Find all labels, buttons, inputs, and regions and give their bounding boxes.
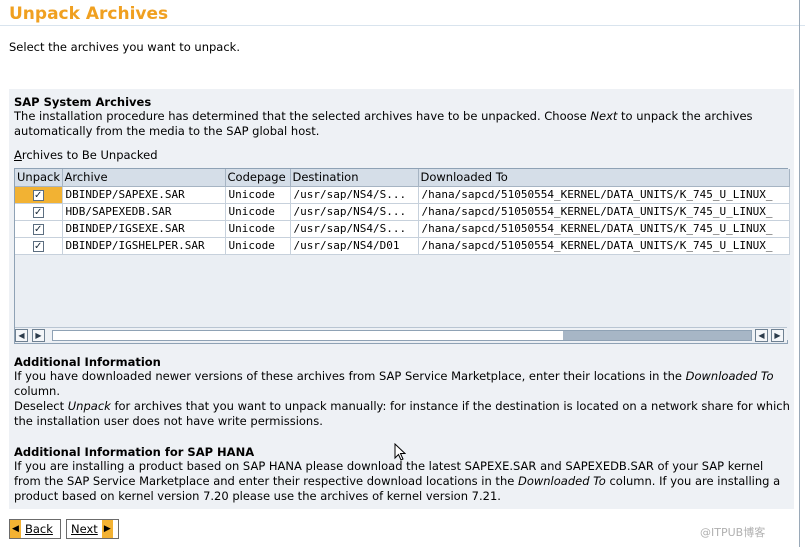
additional-info-heading: Additional Information [14,355,161,369]
empty-cell [290,305,419,323]
empty-cell [15,254,63,272]
empty-cell [62,305,226,323]
downloaded-to-cell[interactable]: /hana/sapcd/51050554_KERNEL/DATA_UNITS/K… [418,220,790,238]
scroll-right-icon[interactable]: ▶ [771,329,784,342]
next-button-label: Next [71,522,98,536]
scroll-left-icon[interactable]: ◀ [15,329,28,342]
empty-row [15,288,790,306]
destination-cell[interactable]: /usr/sap/NS4/S... [290,186,419,204]
additional-info-line3: Deselect Unpack for archives that you wa… [14,399,790,413]
downloaded-to-cell[interactable]: /hana/sapcd/51050554_KERNEL/DATA_UNITS/K… [418,186,790,204]
back-button[interactable]: ◀ Back [9,519,61,539]
table-label: Archives to Be Unpacked [14,148,158,162]
column-header-codepage[interactable]: Codepage [225,169,291,187]
scroll-thumb[interactable] [563,331,751,340]
table-row[interactable]: ✓ DBINDEP/IGSHELPER.SAR Unicode/usr/sap/NS… [15,237,790,255]
destination-cell[interactable]: /usr/sap/NS4/S... [290,203,419,221]
hana-info-line1: If you are installing a product based on… [14,459,764,473]
unpack-checkbox[interactable]: ✓ [32,189,44,201]
empty-cell [225,305,291,323]
empty-cell [62,254,226,272]
empty-cell [418,305,790,323]
codepage-cell[interactable]: Unicode [225,203,291,221]
archives-table: Unpack Archive Codepage Destination Down… [14,168,790,344]
downloaded-to-cell[interactable]: /hana/sapcd/51050554_KERNEL/DATA_UNITS/K… [418,203,790,221]
empty-cell [290,288,419,306]
table-row[interactable]: ✓ DBINDEP/IGSEXE.SAR Unicode/usr/sap/NS4/S… [15,220,790,238]
column-header-destination[interactable]: Destination [290,169,419,187]
unpack-checkbox-cell[interactable]: ✓ [15,203,63,221]
scroll-right-icon[interactable]: ▶ [32,329,45,342]
next-button[interactable]: Next ▶ [66,519,119,539]
unpack-checkbox-cell[interactable]: ✓ [15,237,63,255]
empty-cell [15,305,63,323]
empty-cell [290,271,419,289]
table-row[interactable]: ✓ DBINDEP/SAPEXE.SAR Unicode/usr/sap/NS4/S… [15,186,790,204]
watermark: @ITPUB博客 [700,526,766,539]
empty-cell [62,271,226,289]
unpack-checkbox[interactable]: ✓ [32,206,44,218]
page-subtitle: Select the archives you want to unpack. [9,40,240,54]
codepage-cell[interactable]: Unicode [225,220,291,238]
empty-row [15,254,790,272]
hana-info-line2: from the SAP Service Marketplace and ent… [14,474,781,488]
archive-cell[interactable]: DBINDEP/IGSHELPER.SAR [62,237,226,255]
mouse-pointer-icon [394,443,406,461]
unpack-checkbox-cell[interactable]: ✓ [15,220,63,238]
empty-cell [418,288,790,306]
codepage-cell[interactable]: Unicode [225,186,291,204]
empty-cell [225,254,291,272]
empty-cell [290,254,419,272]
archive-cell[interactable]: HDB/SAPEXEDB.SAR [62,203,226,221]
empty-row [15,271,790,289]
unpack-checkbox-cell[interactable]: ✓ [15,186,63,204]
scroll-track[interactable] [52,330,752,341]
triangle-right-icon: ▶ [101,520,113,538]
additional-info-line2: column. [14,384,60,398]
table-row[interactable]: ✓ HDB/SAPEXEDB.SAR Unicode/usr/sap/NS4/S..… [15,203,790,221]
back-button-label: Back [25,522,53,536]
window-edge [799,0,800,547]
unpack-checkbox[interactable]: ✓ [32,240,44,252]
empty-cell [225,288,291,306]
title-divider [0,25,805,26]
downloaded-to-cell[interactable]: /hana/sapcd/51050554_KERNEL/DATA_UNITS/K… [418,237,790,255]
empty-cell [15,271,63,289]
destination-cell[interactable]: /usr/sap/NS4/S... [290,220,419,238]
archive-cell[interactable]: DBINDEP/SAPEXE.SAR [62,186,226,204]
additional-info-line4: the installation user does not have writ… [14,414,323,428]
unpack-checkbox[interactable]: ✓ [32,223,44,235]
system-archives-text-line2: automatically from the media to the SAP … [14,124,320,138]
additional-info-line1: If you have downloaded newer versions of… [14,369,774,383]
column-header-downloaded-to[interactable]: Downloaded To [418,169,790,187]
column-header-unpack[interactable]: Unpack [15,169,63,187]
destination-cell[interactable]: /usr/sap/NS4/D01 [290,237,419,255]
hana-info-heading: Additional Information for SAP HANA [14,445,255,459]
archive-cell[interactable]: DBINDEP/IGSEXE.SAR [62,220,226,238]
horizontal-scrollbar[interactable]: ◀ ▶ ◀ ▶ [15,327,787,342]
empty-cell [62,288,226,306]
empty-cell [418,271,790,289]
empty-row [15,305,790,323]
column-header-archive[interactable]: Archive [62,169,226,187]
empty-cell [418,254,790,272]
system-archives-heading: SAP System Archives [14,95,152,109]
scroll-left-icon[interactable]: ◀ [755,329,768,342]
codepage-cell[interactable]: Unicode [225,237,291,255]
empty-cell [15,288,63,306]
hana-info-line3: product based on kernel version 7.20 ple… [14,489,501,503]
triangle-left-icon: ◀ [10,520,21,538]
page-title: Unpack Archives [9,4,169,24]
empty-cell [225,271,291,289]
system-archives-text-line1: The installation procedure has determine… [14,109,753,123]
